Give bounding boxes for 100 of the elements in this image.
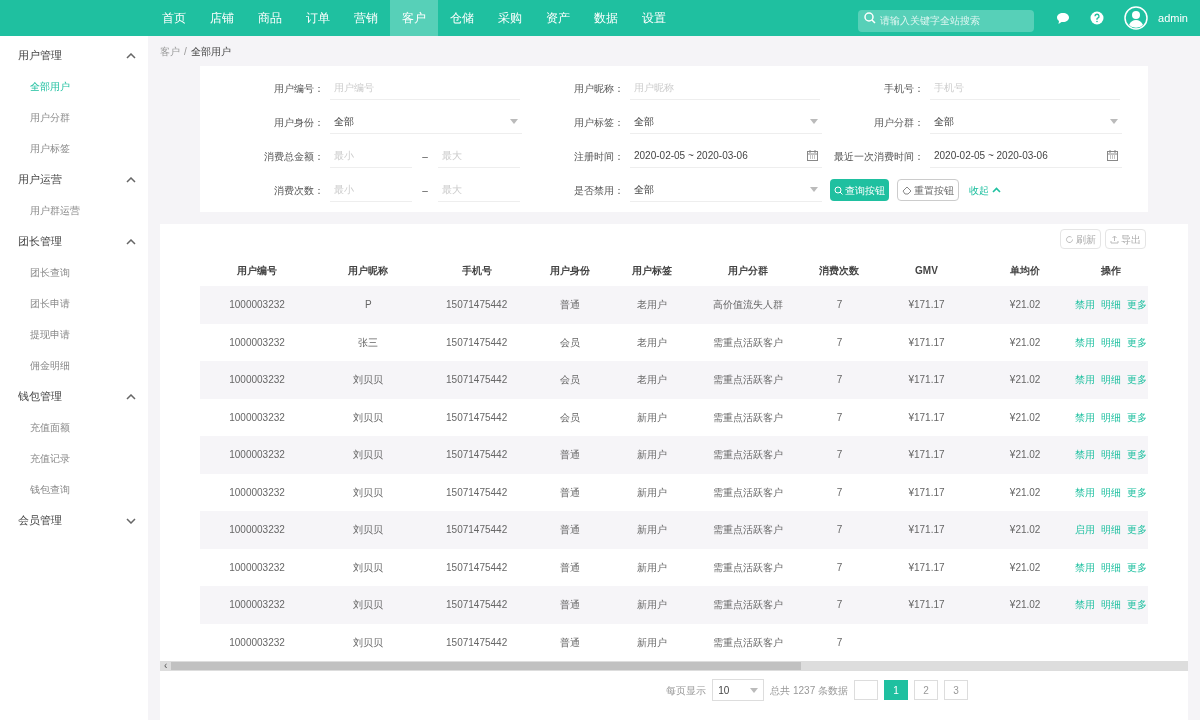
- sidebar-group[interactable]: 团长管理: [0, 226, 148, 257]
- action-link[interactable]: 更多: [1127, 297, 1148, 313]
- table-cell-text: 刘贝贝: [352, 448, 385, 463]
- sidebar-group[interactable]: 用户运营: [0, 164, 148, 195]
- action-link[interactable]: 明细: [1101, 484, 1122, 500]
- table-cell-text: 老用户: [635, 335, 668, 350]
- action-link[interactable]: 禁用: [1075, 409, 1096, 425]
- nav-tab[interactable]: 订单: [294, 0, 342, 36]
- sidebar-item[interactable]: 佣金明细: [0, 350, 148, 381]
- table-cell-text: 7: [835, 485, 844, 500]
- page-button[interactable]: 2: [914, 680, 938, 700]
- sidebar-item[interactable]: 用户分群: [0, 102, 148, 133]
- table-tool-button[interactable]: 导出: [1105, 229, 1146, 249]
- action-link[interactable]: 禁用: [1075, 334, 1096, 350]
- nav-tab[interactable]: 设置: [630, 0, 678, 36]
- select-field[interactable]: 全部: [930, 110, 1122, 134]
- action-link[interactable]: 禁用: [1075, 484, 1096, 500]
- sidebar-item[interactable]: 全部用户: [0, 71, 148, 102]
- sidebar-item[interactable]: 钱包查询: [0, 474, 148, 505]
- nav-tab[interactable]: 资产: [534, 0, 582, 36]
- sidebar-item[interactable]: 用户标签: [0, 133, 148, 164]
- sidebar-item[interactable]: 用户群运营: [0, 195, 148, 226]
- action-link[interactable]: 明细: [1101, 559, 1122, 575]
- sidebar-item[interactable]: 团长申请: [0, 288, 148, 319]
- action-link[interactable]: 禁用: [1075, 372, 1096, 388]
- table-cell-text: ¥21.02: [1008, 560, 1042, 575]
- table-cell-text: 1000003232: [228, 335, 286, 350]
- nav-tab[interactable]: 数据: [582, 0, 630, 36]
- table-cell-text: 高价值流失人群: [712, 298, 785, 313]
- avatar-icon[interactable]: [1124, 6, 1149, 30]
- action-link[interactable]: 禁用: [1075, 559, 1096, 575]
- sidebar-item[interactable]: 充值记录: [0, 443, 148, 474]
- sidebar-item[interactable]: 提现申请: [0, 319, 148, 350]
- table-cell-text: ¥21.02: [1008, 373, 1042, 388]
- reset-button[interactable]: 重置按钮: [897, 179, 959, 201]
- action-link[interactable]: 明细: [1101, 409, 1122, 425]
- horizontal-scrollbar[interactable]: ‹: [160, 661, 1188, 671]
- action-link[interactable]: 明细: [1101, 597, 1122, 613]
- column-header: 单均价: [1009, 263, 1042, 278]
- table-cell-text: 刘贝贝: [352, 523, 385, 538]
- action-link[interactable]: 明细: [1101, 522, 1122, 538]
- sidebar-group[interactable]: 钱包管理: [0, 381, 148, 412]
- action-link[interactable]: 更多: [1127, 559, 1148, 575]
- page-size-select[interactable]: 10: [712, 679, 765, 701]
- action-link[interactable]: 更多: [1127, 484, 1148, 500]
- scroll-left-arrow[interactable]: ‹: [160, 661, 172, 671]
- table-tool-button[interactable]: 刷新: [1060, 229, 1101, 249]
- action-link[interactable]: 更多: [1127, 372, 1148, 388]
- action-link[interactable]: 更多: [1127, 522, 1148, 538]
- select-field[interactable]: 全部: [330, 110, 522, 134]
- date-range-field[interactable]: 2020-02-05 ~ 2020-03-06: [630, 144, 822, 168]
- action-link[interactable]: 明细: [1101, 297, 1122, 313]
- sidebar-item[interactable]: 充值面额: [0, 412, 148, 443]
- table-cell-text: ¥171.17: [907, 410, 946, 425]
- table-cell-text: 1000003232: [228, 485, 286, 500]
- scrollbar-thumb[interactable]: [171, 662, 802, 670]
- user-name[interactable]: admin: [1158, 9, 1188, 27]
- action-link[interactable]: 禁用: [1075, 597, 1096, 613]
- action-link[interactable]: 明细: [1101, 334, 1122, 350]
- column-header: 用户编号: [236, 263, 279, 278]
- table-cell-text: 普通: [558, 298, 581, 313]
- select-field[interactable]: 全部: [630, 178, 822, 202]
- action-link[interactable]: 更多: [1127, 597, 1148, 613]
- chevron-up-icon: [126, 176, 136, 183]
- chat-icon[interactable]: [1056, 11, 1071, 25]
- action-link[interactable]: 更多: [1127, 447, 1148, 463]
- page-button[interactable]: 1: [884, 680, 908, 700]
- sidebar-group[interactable]: 会员管理: [0, 505, 148, 536]
- action-link[interactable]: 明细: [1101, 372, 1122, 388]
- breadcrumb-item[interactable]: 客户: [160, 43, 180, 59]
- table-cell-text: 普通: [558, 523, 581, 538]
- dropdown-caret-icon: [1110, 119, 1118, 124]
- help-icon[interactable]: [1090, 11, 1105, 25]
- nav-tab[interactable]: 客户: [390, 0, 438, 36]
- column-header: 用户昵称: [347, 263, 390, 278]
- nav-tab[interactable]: 采购: [486, 0, 534, 36]
- nav-tab[interactable]: 首页: [150, 0, 198, 36]
- sidebar-group[interactable]: 用户管理: [0, 40, 148, 71]
- table-cell-text: 15071475442: [445, 560, 509, 575]
- date-range-field[interactable]: 2020-02-05 ~ 2020-03-06: [930, 144, 1122, 168]
- nav-tab[interactable]: 仓储: [438, 0, 486, 36]
- page-button[interactable]: 3: [944, 680, 968, 700]
- table-cell-text: 15071475442: [445, 335, 509, 350]
- nav-tab[interactable]: 店铺: [198, 0, 246, 36]
- sidebar-item[interactable]: 团长查询: [0, 257, 148, 288]
- action-link[interactable]: 启用: [1075, 522, 1096, 538]
- nav-tab[interactable]: 营销: [342, 0, 390, 36]
- action-link[interactable]: 禁用: [1075, 297, 1096, 313]
- action-link[interactable]: 禁用: [1075, 447, 1096, 463]
- action-link[interactable]: 明细: [1101, 447, 1122, 463]
- table-cell-text: ¥21.02: [1008, 448, 1042, 463]
- action-link[interactable]: 更多: [1127, 334, 1148, 350]
- select-field[interactable]: 全部: [630, 110, 822, 134]
- table-cell-text: 老用户: [635, 298, 668, 313]
- nav-tab[interactable]: 商品: [246, 0, 294, 36]
- table-cell-text: 15071475442: [445, 523, 509, 538]
- query-button[interactable]: 查询按钮: [830, 179, 889, 201]
- previous-page-button[interactable]: [854, 680, 878, 700]
- action-link[interactable]: 更多: [1127, 409, 1148, 425]
- collapse-link[interactable]: 收起: [969, 182, 1001, 198]
